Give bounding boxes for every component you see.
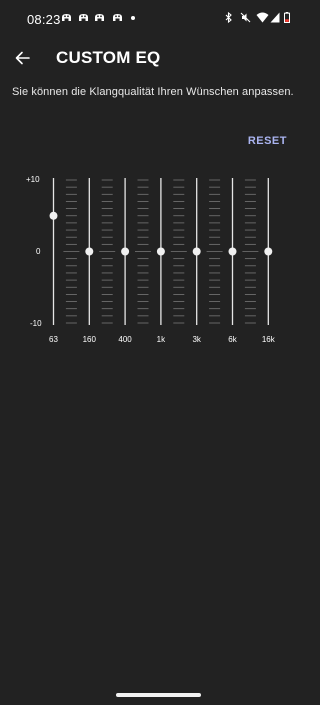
status-bar: 08:23 <box>0 0 317 36</box>
reset-button[interactable]: RESET <box>248 135 287 147</box>
more-notifications-dot <box>131 16 135 20</box>
frequency-label-400: 400 <box>118 335 132 344</box>
battery-icon <box>284 12 290 23</box>
description-text: Sie können die Klangqualität Ihren Wünsc… <box>12 86 294 98</box>
notification-app-icon <box>79 14 88 21</box>
app-bar: CUSTOM EQ <box>0 38 317 78</box>
gesture-nav-bar[interactable] <box>116 693 201 697</box>
bluetooth-icon <box>225 12 232 23</box>
wifi-icon <box>256 12 269 23</box>
cell-signal-icon <box>270 12 280 23</box>
frequency-label-16k: 16k <box>261 335 275 344</box>
back-arrow-icon[interactable] <box>12 47 34 69</box>
eq-slider-thumb-1k[interactable] <box>156 247 165 256</box>
notification-app-icon <box>95 14 104 21</box>
notification-app-icon <box>62 14 71 21</box>
frequency-label-160: 160 <box>82 335 96 344</box>
frequency-label-6k: 6k <box>228 335 237 344</box>
page-title: CUSTOM EQ <box>56 48 161 67</box>
eq-slider-thumb-63[interactable] <box>49 211 58 220</box>
notification-app-icon <box>113 14 122 21</box>
status-time: 08:23 <box>27 12 61 27</box>
eq-slider-thumb-160[interactable] <box>85 247 94 256</box>
mute-icon <box>240 12 251 23</box>
frequency-label-3k: 3k <box>192 335 201 344</box>
frequency-label-1k: 1k <box>156 335 166 344</box>
equalizer-sliders <box>49 178 273 325</box>
eq-slider-thumb-16k[interactable] <box>264 247 273 256</box>
eq-slider-thumb-400[interactable] <box>121 247 130 256</box>
eq-slider-thumb-3k[interactable] <box>192 247 201 256</box>
eq-slider-thumb-6k[interactable] <box>228 247 237 256</box>
frequency-label-63: 63 <box>49 335 58 344</box>
